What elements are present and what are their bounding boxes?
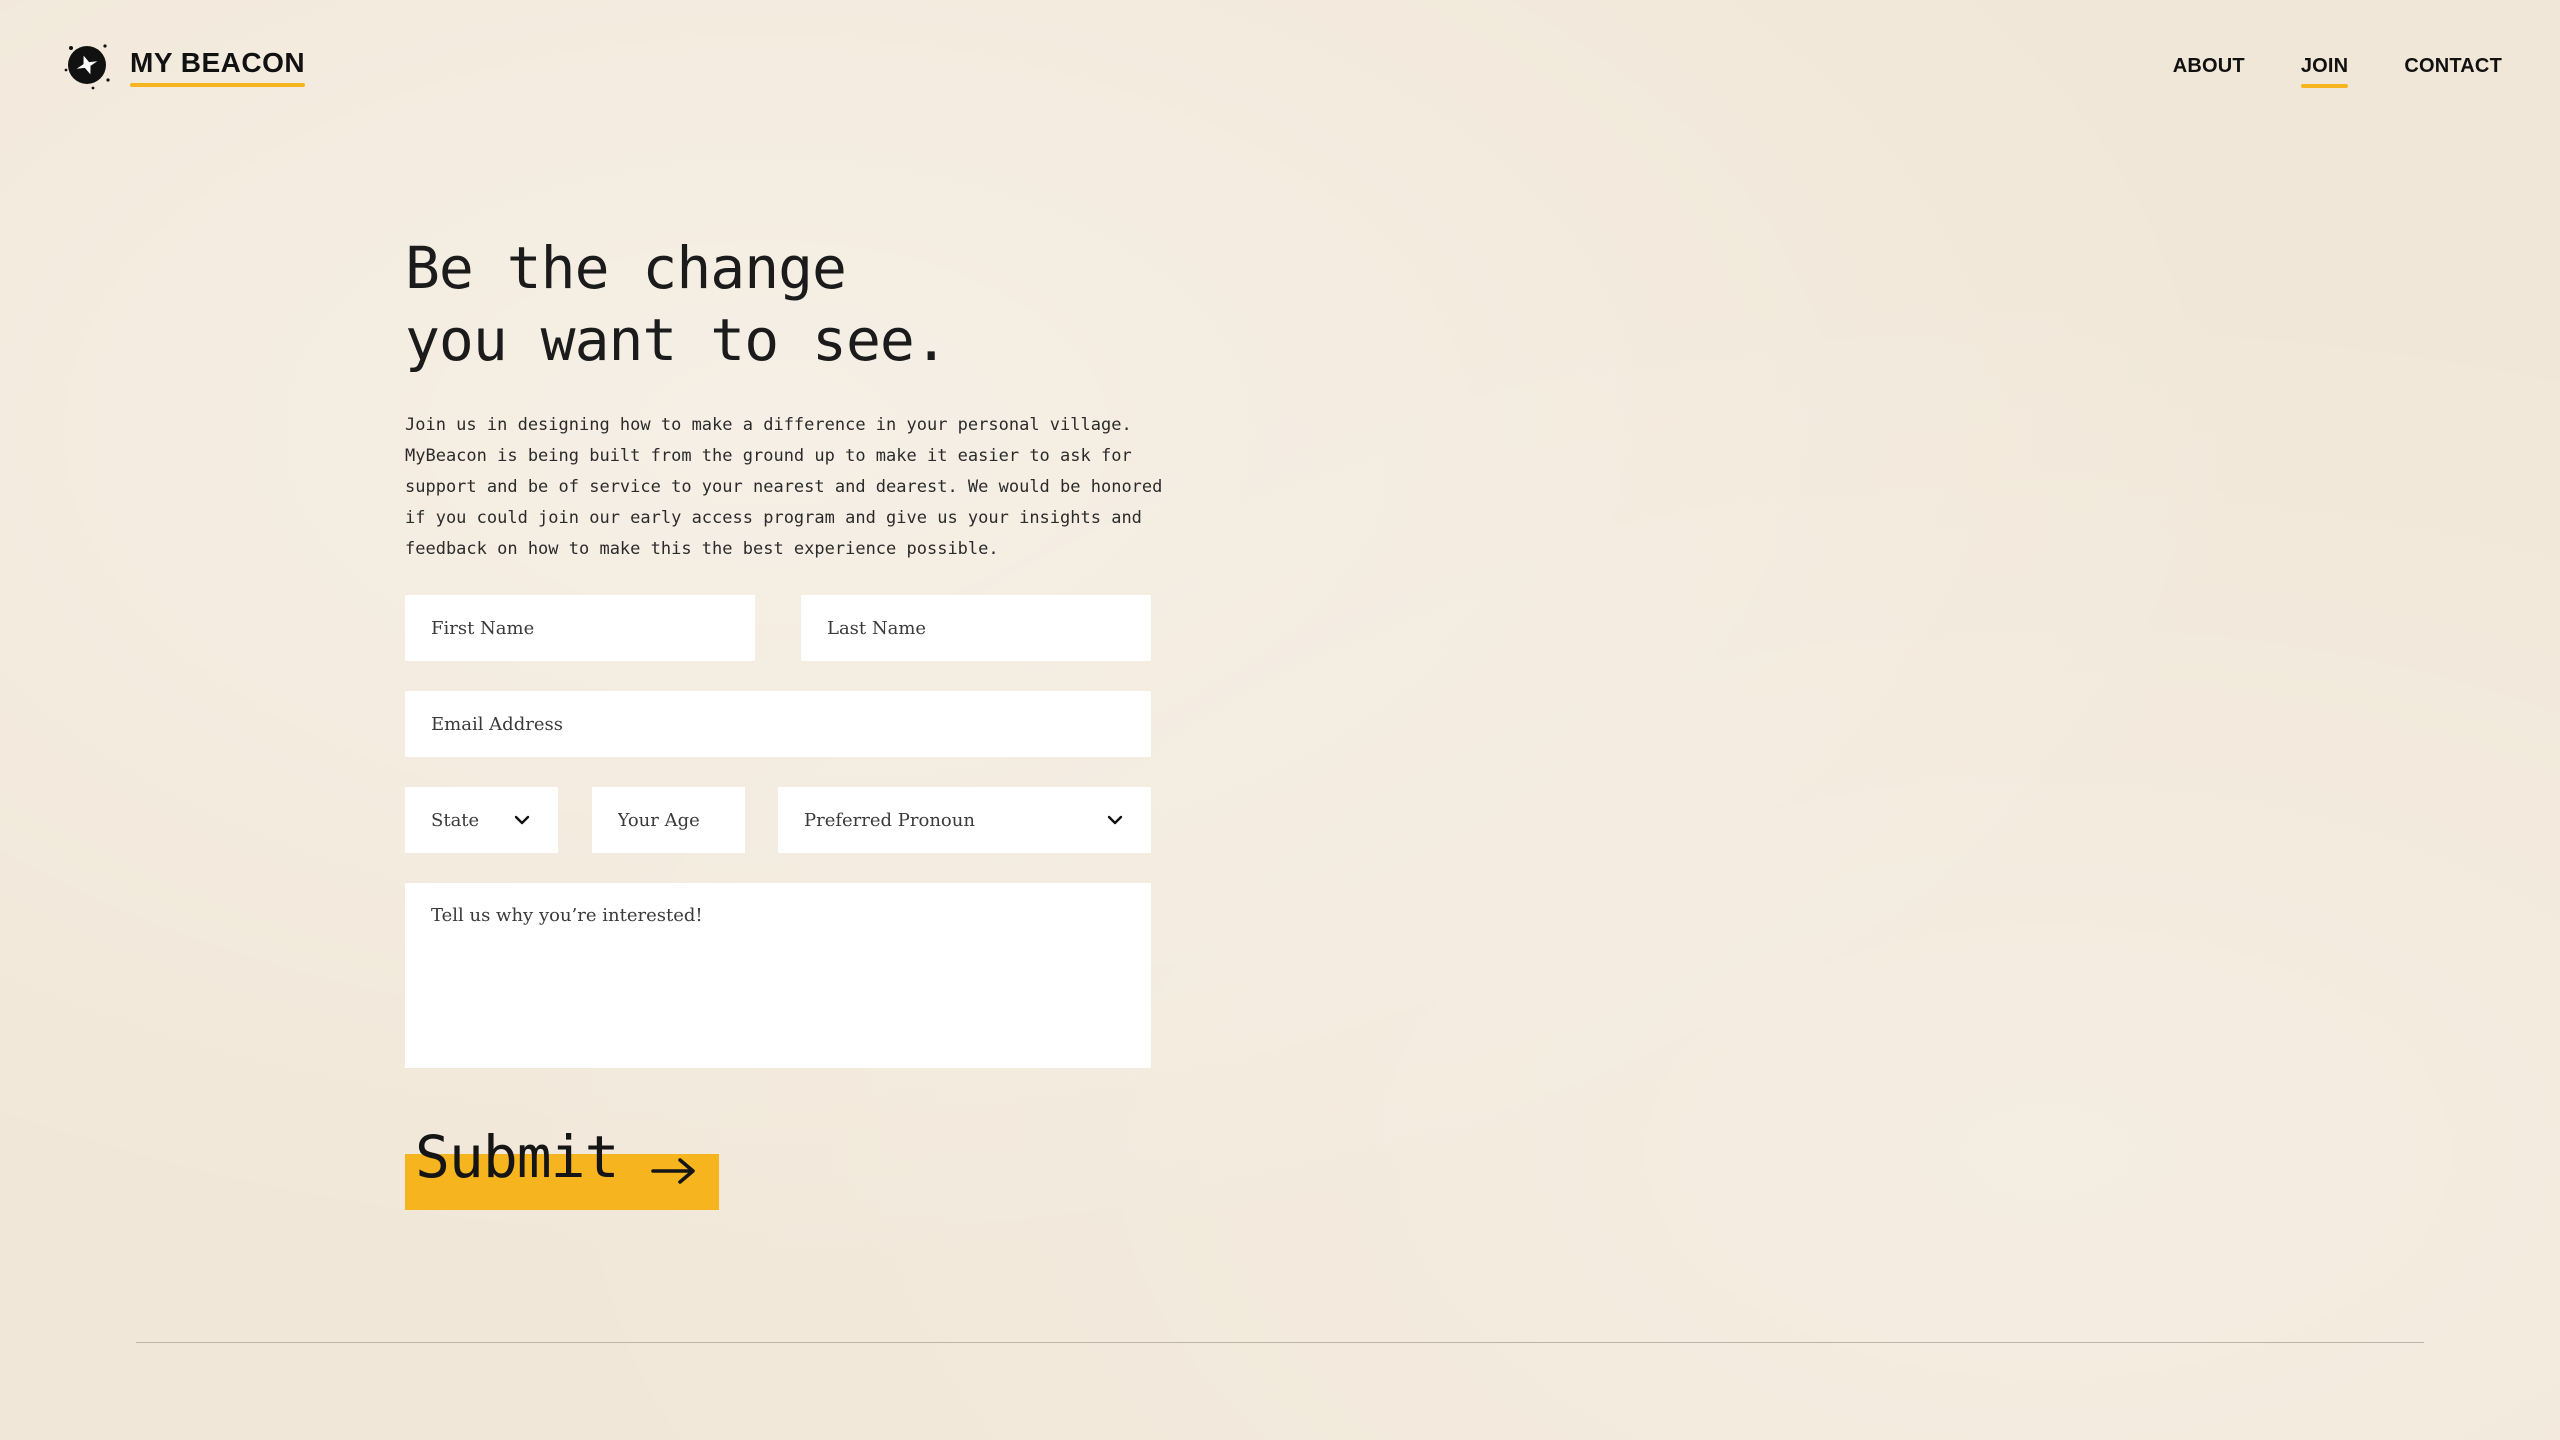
details-row: State Preferred Pronoun [405, 787, 1151, 853]
headline-line-1: Be the change [405, 234, 847, 302]
interest-textarea[interactable] [405, 883, 1151, 1068]
state-select[interactable]: State [405, 787, 558, 853]
page-title: Be the change you want to see. [405, 232, 1151, 376]
name-row [405, 595, 1151, 661]
submit-label: Submit [415, 1123, 620, 1191]
star-beacon-icon [58, 36, 116, 94]
chevron-down-icon [514, 815, 530, 825]
age-input[interactable] [591, 787, 745, 853]
chevron-down-icon [1107, 815, 1123, 825]
state-select-label: State [431, 809, 480, 831]
submit-button[interactable]: Submit [405, 1122, 719, 1210]
nav-about[interactable]: ABOUT [2173, 55, 2245, 78]
last-name-input[interactable] [801, 595, 1151, 661]
logo[interactable]: MY BEACON [58, 36, 306, 94]
pronoun-select-label: Preferred Pronoun [804, 809, 975, 831]
nav-contact[interactable]: CONTACT [2404, 55, 2502, 78]
arrow-right-icon [651, 1158, 695, 1184]
intro-text: Join us in designing how to make a diffe… [405, 415, 1163, 559]
brand-name[interactable]: MY BEACON [130, 47, 306, 87]
pronoun-select[interactable]: Preferred Pronoun [778, 787, 1151, 853]
first-name-input[interactable] [405, 595, 755, 661]
headline-line-2: you want to see. [405, 306, 949, 374]
email-row [405, 691, 1151, 757]
join-form: State Preferred Pronoun Submit [405, 595, 1151, 1210]
main-nav: ABOUT JOIN CONTACT [2173, 55, 2502, 88]
footer-divider [136, 1342, 2424, 1343]
join-section: Be the change you want to see. Join us i… [405, 232, 1162, 1210]
email-input[interactable] [405, 691, 1151, 757]
nav-join[interactable]: JOIN [2300, 55, 2349, 88]
